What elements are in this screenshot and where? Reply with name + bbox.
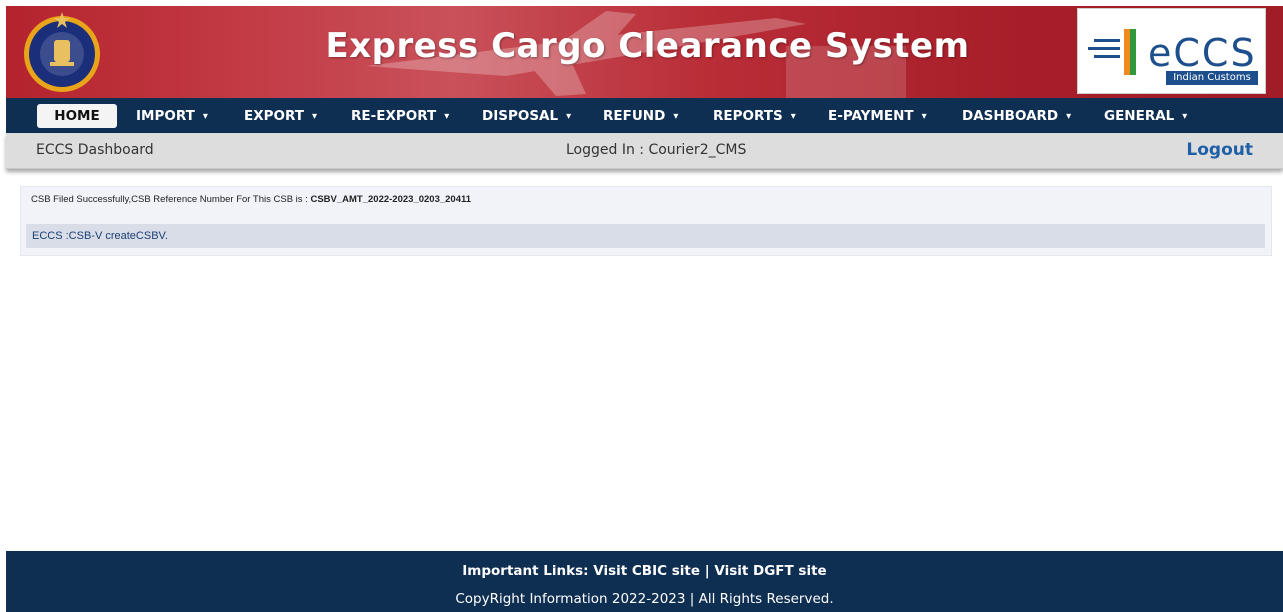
important-links-label: Important Links: bbox=[462, 563, 594, 579]
nav-item-label: REFUND bbox=[603, 108, 666, 124]
eccs-logo: eCCS Indian Customs bbox=[1077, 8, 1266, 94]
success-message-text: CSB Filed Successfully,CSB Reference Num… bbox=[31, 194, 311, 205]
chevron-down-icon: ▾ bbox=[312, 111, 318, 122]
breadcrumb: ECCS :CSB-V createCSBV. bbox=[26, 224, 1265, 248]
chevron-down-icon: ▾ bbox=[566, 111, 572, 122]
message-panel: CSB Filed Successfully,CSB Reference Num… bbox=[20, 186, 1272, 256]
nav-item-import[interactable]: IMPORT ▾ bbox=[136, 104, 208, 128]
nav-item-refund[interactable]: REFUND ▾ bbox=[603, 104, 678, 128]
dashboard-label: ECCS Dashboard bbox=[36, 142, 154, 158]
nav-item-home[interactable]: HOME bbox=[37, 104, 117, 128]
footer: Important Links: Visit CBIC site | Visit… bbox=[6, 551, 1283, 612]
nav-item-dashboard[interactable]: DASHBOARD ▾ bbox=[962, 104, 1071, 128]
logo-subtitle: Indian Customs bbox=[1166, 71, 1258, 85]
nav-item-label: DISPOSAL bbox=[482, 108, 559, 124]
nav-item-label: HOME bbox=[54, 108, 100, 124]
success-message: CSB Filed Successfully,CSB Reference Num… bbox=[31, 194, 471, 205]
speed-lines-icon bbox=[1088, 29, 1136, 75]
nav-item-label: DASHBOARD bbox=[962, 108, 1059, 124]
csb-reference-number: CSBV_AMT_2022-2023_0203_20411 bbox=[310, 194, 472, 205]
page: Express Cargo Clearance System eCCS Indi… bbox=[0, 0, 1283, 612]
nav-item-label: REPORTS bbox=[713, 108, 783, 124]
nav-item-re-export[interactable]: RE-EXPORT ▾ bbox=[351, 104, 449, 128]
dgft-link[interactable]: Visit DGFT site bbox=[714, 563, 826, 579]
nav-item-disposal[interactable]: DISPOSAL ▾ bbox=[482, 104, 571, 128]
main-nav: HOME IMPORT ▾ EXPORT ▾ RE-EXPORT ▾ DISPOSAL… bbox=[6, 98, 1283, 133]
nav-item-label: E-PAYMENT bbox=[828, 108, 914, 124]
copyright-text: CopyRight Information 2022-2023 | All Ri… bbox=[455, 591, 834, 607]
nav-item-label: RE-EXPORT bbox=[351, 108, 437, 124]
chevron-down-icon: ▾ bbox=[1066, 111, 1072, 122]
nav-item-general[interactable]: GENERAL ▾ bbox=[1104, 104, 1187, 128]
chevron-down-icon: ▾ bbox=[921, 111, 927, 122]
chevron-down-icon: ▾ bbox=[202, 111, 208, 122]
chevron-down-icon: ▾ bbox=[790, 111, 796, 122]
nav-item-e-payment[interactable]: E-PAYMENT ▾ bbox=[828, 104, 927, 128]
nav-item-label: GENERAL bbox=[1104, 108, 1175, 124]
important-links: Important Links: Visit CBIC site | Visit… bbox=[6, 563, 1283, 579]
nav-item-label: EXPORT bbox=[244, 108, 304, 124]
nav-item-reports[interactable]: REPORTS ▾ bbox=[713, 104, 796, 128]
logged-in-user: Logged In : Courier2_CMS bbox=[566, 142, 747, 158]
nav-item-label: IMPORT bbox=[136, 108, 195, 124]
status-bar: ECCS Dashboard Logged In : Courier2_CMS … bbox=[6, 133, 1283, 169]
chevron-down-icon: ▾ bbox=[1182, 111, 1188, 122]
logout-link[interactable]: Logout bbox=[1186, 140, 1253, 160]
chevron-down-icon: ▾ bbox=[444, 111, 450, 122]
logo-text: eCCS bbox=[1148, 31, 1257, 75]
cbic-link[interactable]: Visit CBIC site bbox=[593, 563, 700, 579]
breadcrumb-text: ECCS :CSB-V createCSBV. bbox=[32, 230, 168, 242]
nav-item-export[interactable]: EXPORT ▾ bbox=[244, 104, 317, 128]
link-separator: | bbox=[700, 563, 715, 579]
chevron-down-icon: ▾ bbox=[673, 111, 679, 122]
